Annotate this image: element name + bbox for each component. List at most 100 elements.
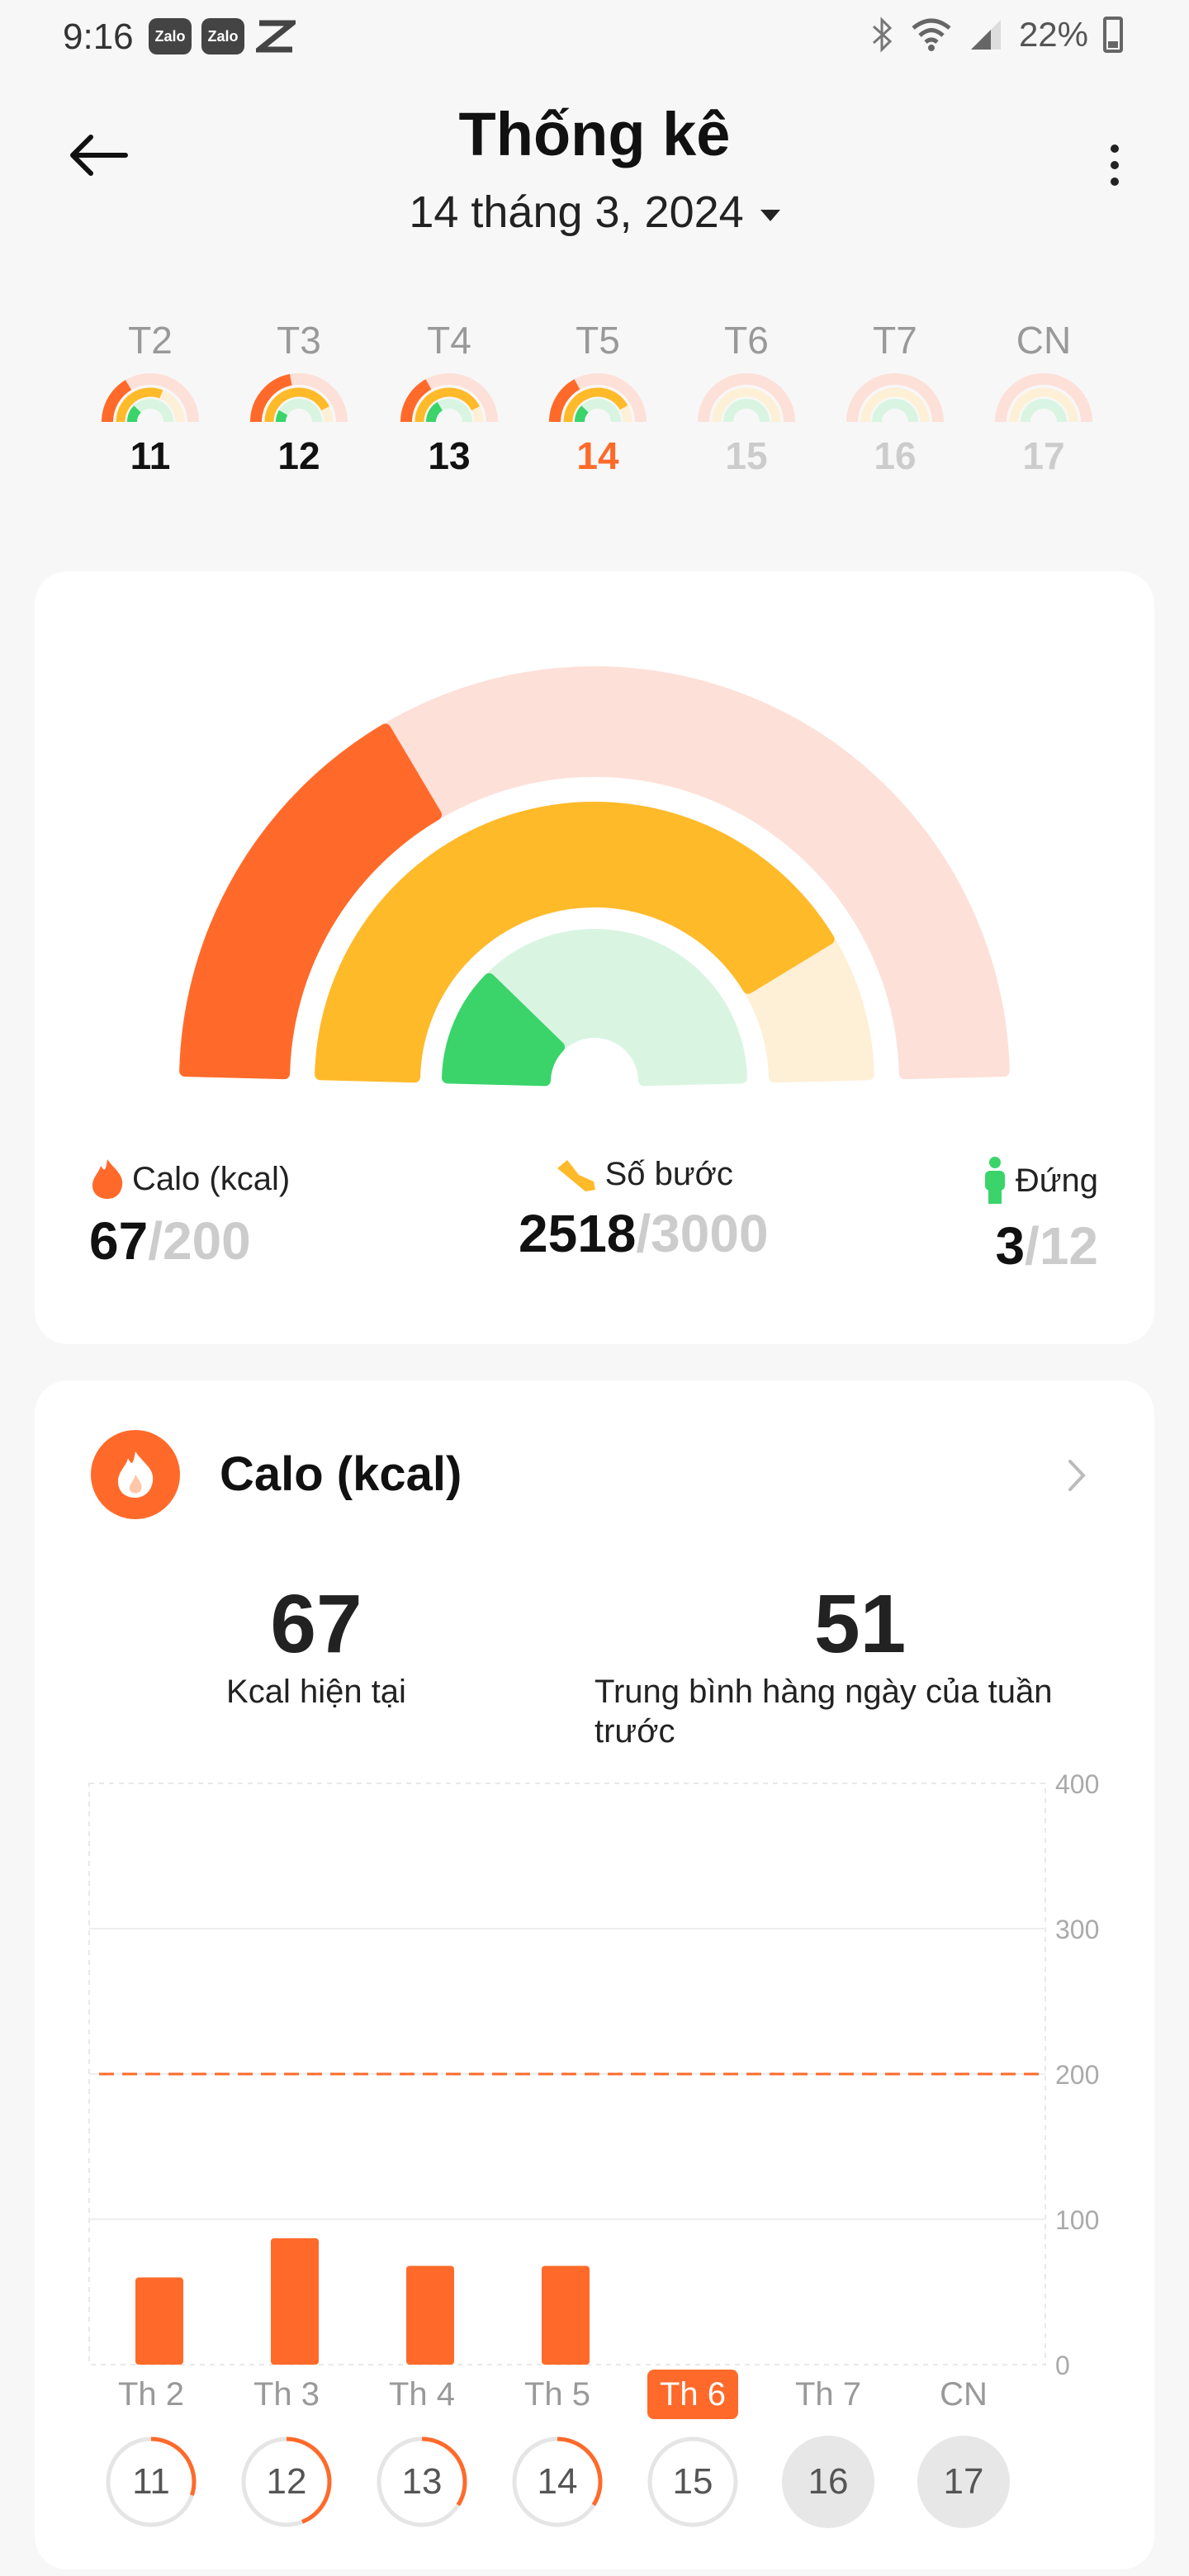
week-day-t2[interactable]: T2 11	[92, 318, 208, 478]
week-day-rings	[986, 367, 1101, 425]
bluetooth-icon	[872, 17, 893, 53]
activity-gauge	[179, 666, 1010, 1087]
chart-bar[interactable]	[542, 2266, 590, 2365]
week-day-rings	[391, 367, 507, 425]
shoe-icon	[557, 1159, 595, 1191]
calorie-bar-chart: 0100200300400	[88, 1769, 1099, 2378]
zalo-app-icon: Zalo	[201, 18, 244, 54]
week-day-label: T3	[277, 319, 321, 362]
day-number: 11	[132, 2461, 170, 2502]
day-progress-dot[interactable]: 15	[647, 2436, 739, 2528]
current-kcal-label: Kcal hiện tại	[226, 1674, 406, 1710]
page-title: Thống kê	[458, 100, 731, 168]
chart-bar[interactable]	[271, 2237, 319, 2365]
weekly-average-value: 51	[814, 1578, 907, 1670]
week-day-t5[interactable]: T5 14	[540, 318, 656, 478]
week-day-label: T6	[724, 319, 769, 362]
chart-y-tick-label: 400	[1055, 1769, 1099, 1799]
status-bar: 9:16 Zalo Zalo 22%	[0, 0, 1189, 74]
chart-x-tick-label[interactable]: Th 5	[512, 2370, 603, 2419]
chart-x-tick-label[interactable]: Th 7	[783, 2370, 874, 2419]
status-time: 9:16	[63, 17, 134, 57]
chart-x-axis: Th 2 Th 3 Th 4 Th 5 Th 6 Th 7 CN	[83, 2370, 1073, 2419]
day-number: 12	[266, 2461, 307, 2502]
caret-down-icon	[760, 209, 780, 221]
wifi-icon	[912, 18, 951, 51]
week-day-rings	[241, 367, 357, 425]
calorie-flame-icon	[91, 1430, 180, 1519]
week-day-label: T4	[427, 319, 471, 362]
day-progress-dot[interactable]: 13	[376, 2436, 468, 2528]
week-day-rings	[92, 367, 208, 425]
week-day-t3[interactable]: T3 12	[241, 318, 357, 478]
chart-y-tick-label: 100	[1055, 2205, 1099, 2235]
chart-y-tick-label: 200	[1055, 2060, 1099, 2090]
battery-icon	[1103, 17, 1123, 53]
chart-bar[interactable]	[135, 2277, 183, 2365]
calorie-goal: /200	[148, 1211, 251, 1271]
week-day-label: CN	[1016, 319, 1072, 362]
standing-person-icon	[984, 1157, 1005, 1204]
signal-icon	[970, 20, 1001, 50]
chart-x-tick-label[interactable]: Th 4	[377, 2370, 467, 2419]
week-day-number: 17	[1022, 434, 1065, 477]
week-day-t7[interactable]: T7 16	[837, 318, 953, 478]
week-day-rings	[837, 367, 953, 425]
week-day-number: 15	[725, 434, 768, 477]
chart-x-tick-label[interactable]: Th 3	[241, 2370, 332, 2419]
week-day-label: T7	[873, 319, 917, 362]
day-number: 13	[401, 2461, 443, 2502]
chart-bar[interactable]	[406, 2266, 454, 2365]
week-day-number: 14	[576, 434, 619, 477]
stand-goal: /12	[1025, 1216, 1098, 1276]
day-progress-dot[interactable]: 14	[511, 2436, 604, 2528]
day-progress-row: 11 12 13 14 15 16 17	[83, 2436, 1073, 2535]
detail-title: Calo (kcal)	[220, 1447, 462, 1501]
week-day-label: T5	[576, 319, 620, 362]
steps-goal: /3000	[636, 1204, 769, 1263]
weekly-average-label: Trung bình hàng ngày của tuần trước	[594, 1674, 1053, 1750]
week-selector: T2 11 T3 12 T4 13 T5 14 T6 15 T7 16 CN 17	[0, 318, 1189, 516]
flame-icon	[92, 1159, 123, 1199]
day-number: 17	[943, 2461, 984, 2502]
stand-label: Đứng	[1015, 1162, 1098, 1199]
week-day-number: 12	[277, 434, 320, 477]
chart-x-tick-label[interactable]: Th 6	[647, 2370, 738, 2419]
chart-x-tick-label[interactable]: Th 2	[106, 2370, 197, 2419]
day-progress-dot[interactable]: 12	[240, 2436, 333, 2528]
day-number: 15	[672, 2461, 713, 2502]
day-progress-dot[interactable]: 17	[917, 2436, 1010, 2528]
week-day-number: 16	[874, 434, 917, 477]
battery-percent: 22%	[1018, 15, 1088, 54]
week-day-number: 11	[130, 434, 171, 477]
calorie-metric: Calo (kcal) 67/200	[89, 1158, 290, 1271]
week-day-rings	[689, 367, 804, 425]
day-progress-dot[interactable]: 16	[782, 2436, 874, 2528]
steps-metric: Số bước 2518/3000	[519, 1156, 769, 1264]
day-progress-dot[interactable]: 11	[105, 2436, 197, 2528]
week-day-label: T2	[128, 319, 173, 362]
week-day-rings	[540, 367, 656, 425]
week-day-t4[interactable]: T4 13	[391, 318, 507, 478]
stand-metric: Đứng 3/12	[981, 1156, 1098, 1276]
calorie-label: Calo (kcal)	[132, 1160, 291, 1197]
zalo-app-icon: Zalo	[149, 18, 192, 54]
week-day-cn[interactable]: CN 17	[986, 318, 1101, 478]
chart-x-tick-label[interactable]: CN	[918, 2370, 1009, 2419]
chevron-right-icon[interactable]	[1060, 1455, 1093, 1496]
steps-value: 2518	[519, 1204, 637, 1263]
week-day-t6[interactable]: T6 15	[689, 318, 804, 478]
steps-label: Số bước	[604, 1156, 733, 1192]
calorie-value: 67	[89, 1211, 149, 1271]
day-number: 16	[808, 2461, 849, 2502]
day-number: 14	[537, 2461, 578, 2502]
current-kcal-value: 67	[270, 1578, 362, 1670]
week-day-number: 13	[428, 434, 471, 477]
date-selector[interactable]: 14 tháng 3, 2024	[0, 187, 1189, 238]
capcut-app-icon	[254, 18, 297, 54]
date-label: 14 tháng 3, 2024	[409, 187, 744, 237]
more-menu-button[interactable]	[1098, 132, 1131, 198]
weekly-average-stat: 51 Trung bình hàng ngày của tuần trước	[594, 1577, 1090, 1751]
current-kcal-stat: 67 Kcal hiện tại	[221, 1577, 411, 1712]
chart-y-tick-label: 300	[1055, 1915, 1099, 1944]
